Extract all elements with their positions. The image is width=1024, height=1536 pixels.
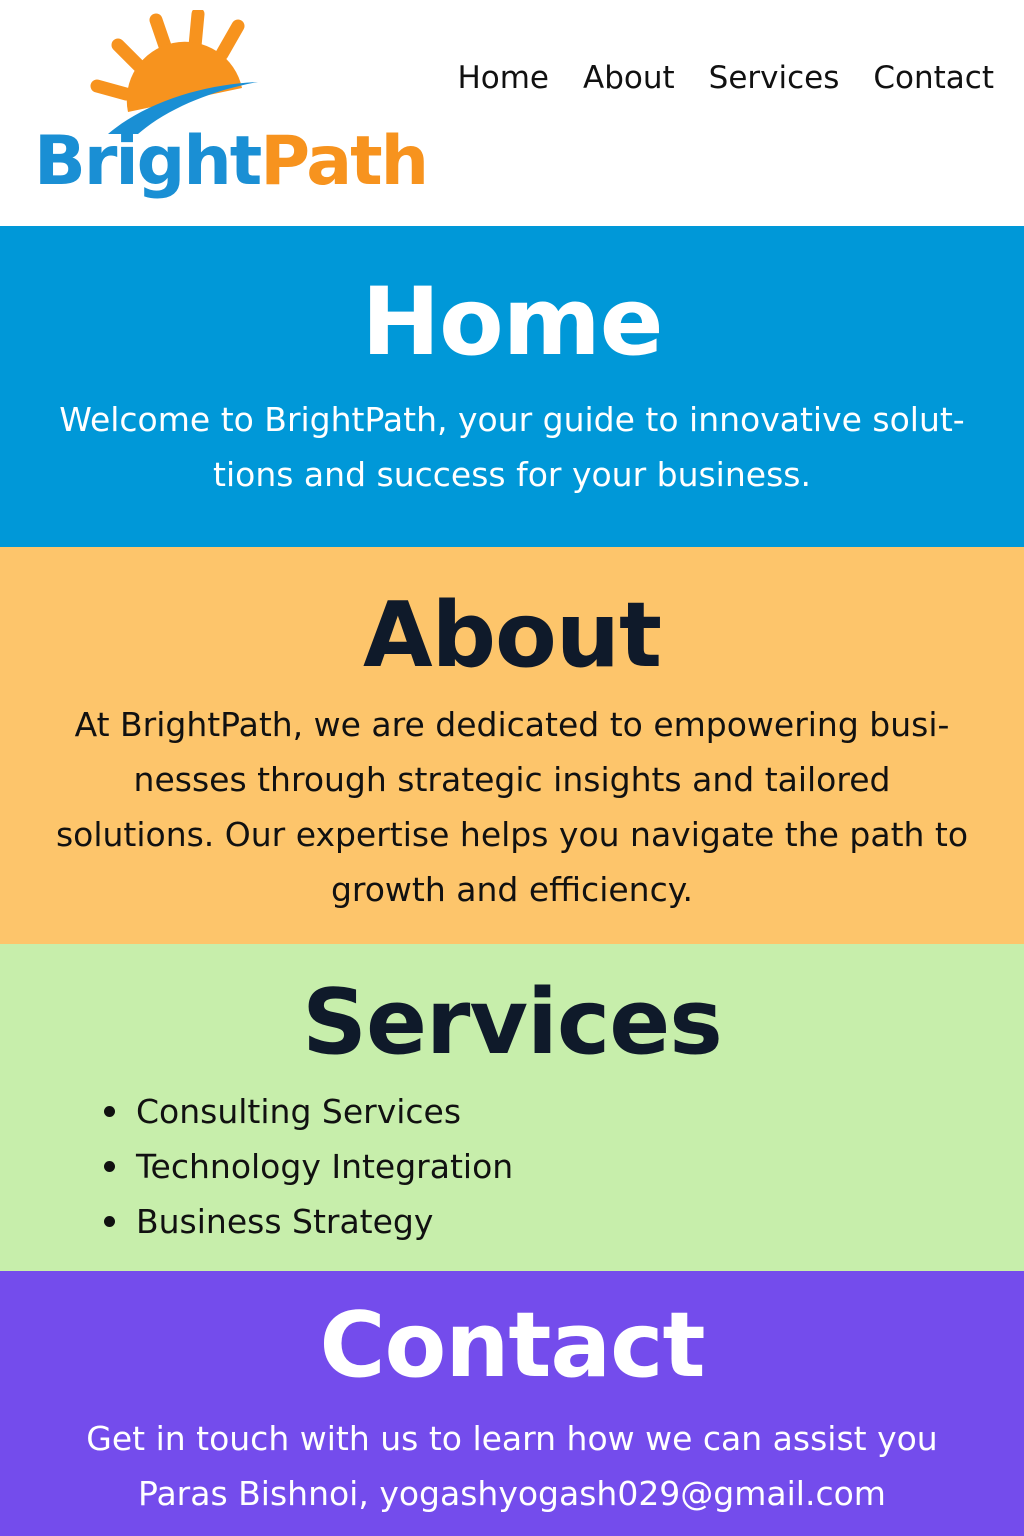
- services-title: Services: [302, 970, 723, 1075]
- bullet-icon: [104, 1161, 115, 1172]
- service-label: Consulting Services: [136, 1092, 462, 1131]
- services-list: Consulting Services Technology Integrati…: [104, 1084, 1024, 1249]
- nav-link-services[interactable]: Services: [709, 60, 840, 96]
- list-item: Business Strategy: [104, 1194, 1024, 1249]
- services-section: Services Consulting Services Technology …: [0, 944, 1024, 1271]
- nav-link-about[interactable]: About: [583, 60, 675, 96]
- home-text: Welcome to BrightPath, your guide to inn…: [59, 400, 965, 494]
- brand-name-part2: Path: [260, 122, 429, 201]
- home-title: Home: [361, 268, 664, 377]
- brand-wordmark: BrightPath: [34, 128, 429, 196]
- contact-details[interactable]: Paras Bishnoi, yogashyogash029@gmail.com: [52, 1466, 972, 1521]
- about-section: About At BrightPath, we are dedicated to…: [0, 547, 1024, 944]
- list-item: Technology Integration: [104, 1139, 1024, 1194]
- contact-section: Contact Get in touch with us to learn ho…: [0, 1271, 1024, 1536]
- about-text: At BrightPath, we are dedicated to empow…: [55, 705, 969, 909]
- contact-text: Get in touch with us to learn how we can…: [86, 1419, 938, 1458]
- service-label: Technology Integration: [136, 1147, 514, 1186]
- bullet-icon: [104, 1106, 115, 1117]
- brand-logo[interactable]: BrightPath: [30, 10, 429, 215]
- nav-link-contact[interactable]: Contact: [873, 60, 994, 96]
- sunrise-icon: [90, 10, 258, 134]
- site-header: BrightPath Home About Services Contact: [0, 0, 1024, 226]
- service-label: Business Strategy: [136, 1202, 434, 1241]
- bullet-icon: [104, 1216, 115, 1227]
- contact-title: Contact: [319, 1293, 705, 1398]
- brand-name-part1: Bright: [34, 122, 262, 201]
- nav-link-home[interactable]: Home: [457, 60, 549, 96]
- main-nav: Home About Services Contact: [457, 60, 994, 96]
- list-item: Consulting Services: [104, 1084, 1024, 1139]
- home-section: Home Welcome to BrightPath, your guide t…: [0, 226, 1024, 547]
- about-title: About: [362, 583, 662, 688]
